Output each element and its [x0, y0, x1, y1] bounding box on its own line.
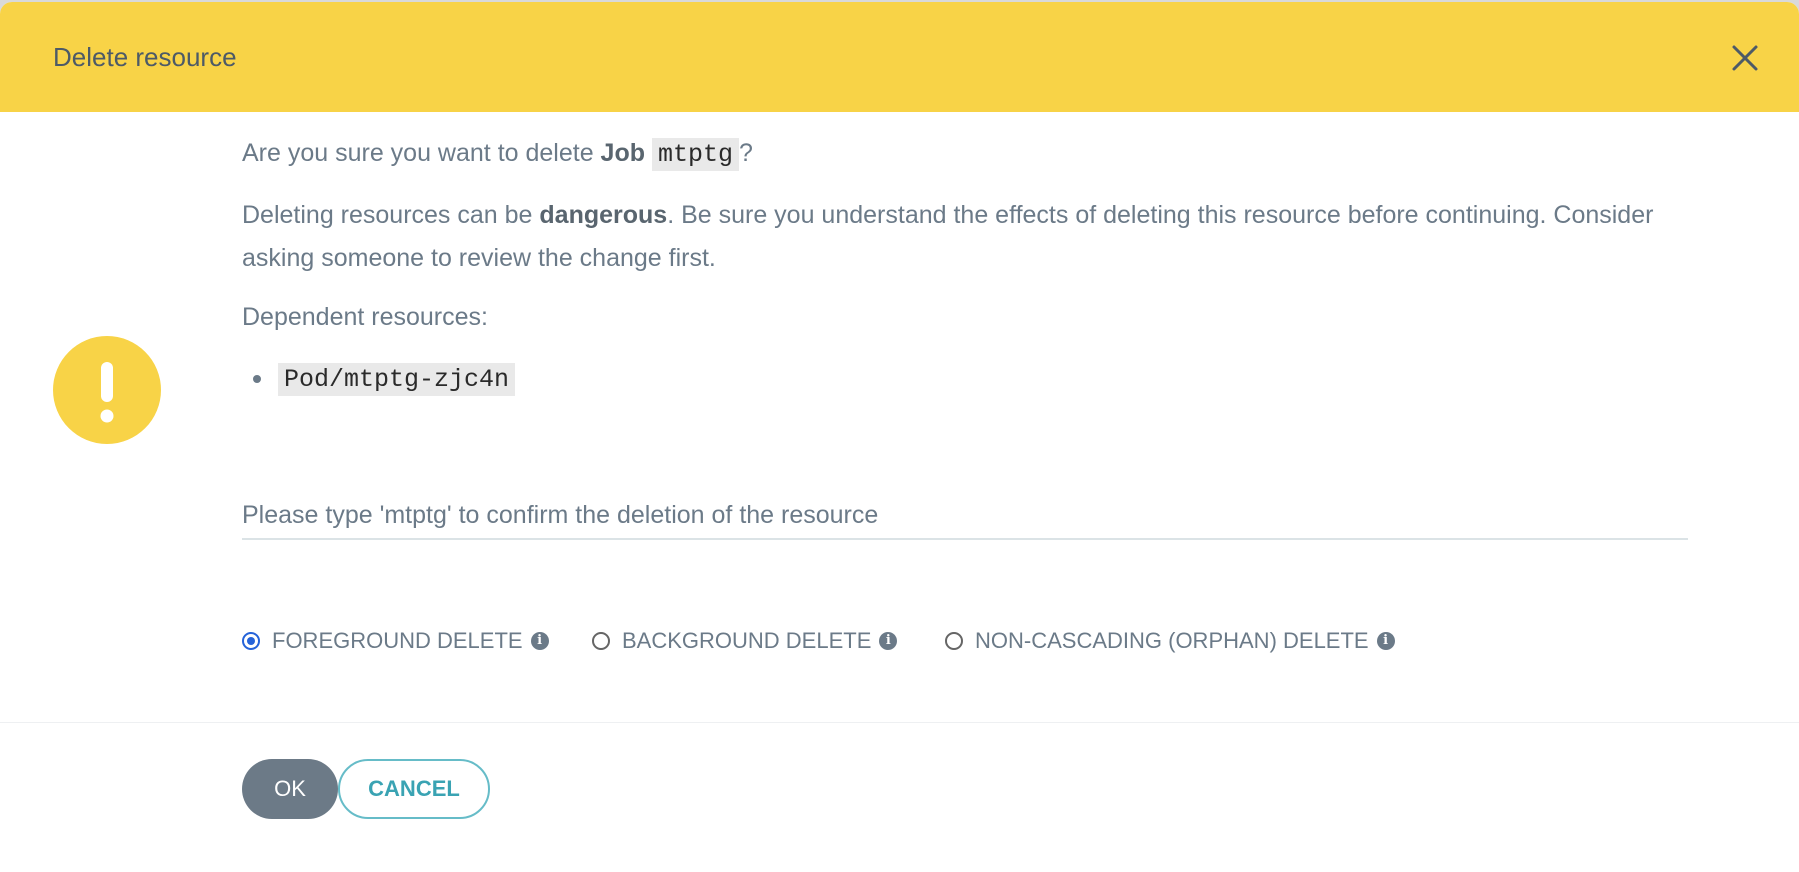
radio-label: BACKGROUND DELETE: [622, 628, 872, 653]
resource-kind: Job: [600, 139, 645, 167]
confirm-name-input[interactable]: [242, 492, 1688, 540]
question-prefix: Are you sure you want to delete: [242, 139, 601, 167]
resource-name: mtptg: [651, 138, 739, 171]
delete-resource-dialog: Delete resource Are you sure you want to…: [0, 2, 1799, 872]
dialog-title: Delete resource: [53, 42, 237, 72]
dependent-resources-list: Pod/mtptg-zjc4n: [242, 360, 516, 398]
radio-button-checked[interactable]: [242, 632, 260, 650]
info-icon[interactable]: i: [530, 632, 549, 650]
info-icon[interactable]: i: [879, 632, 898, 650]
delete-question: Are you sure you want to delete Job mtpt…: [242, 136, 753, 172]
info-icon[interactable]: i: [1376, 632, 1395, 650]
dependent-resource: Pod/mtptg-zjc4n: [278, 363, 516, 396]
radio-button[interactable]: [945, 632, 963, 650]
radio-label: FOREGROUND DELETE: [272, 628, 523, 653]
dependent-resources-label: Dependent resources:: [242, 303, 488, 331]
radio-background-delete[interactable]: BACKGROUND DELETE i: [592, 628, 898, 654]
bullet: [253, 375, 261, 383]
warning-prefix: Deleting resources can be: [242, 201, 540, 229]
cancel-button[interactable]: CANCEL: [338, 759, 490, 819]
radio-foreground-delete[interactable]: FOREGROUND DELETE i: [242, 628, 549, 654]
radio-button[interactable]: [592, 632, 610, 650]
radio-label: NON-CASCADING (ORPHAN) DELETE: [975, 628, 1369, 653]
radio-orphan-delete[interactable]: NON-CASCADING (ORPHAN) DELETE i: [945, 628, 1395, 654]
footer-divider: [0, 722, 1799, 723]
warning-emphasis: dangerous: [539, 201, 668, 229]
danger-warning: Deleting resources can be dangerous. Be …: [242, 194, 1692, 280]
question-suffix: ?: [738, 139, 753, 167]
dialog-header: Delete resource: [0, 2, 1799, 112]
ok-button[interactable]: OK: [242, 759, 338, 819]
close-icon[interactable]: [1729, 42, 1761, 74]
list-item: Pod/mtptg-zjc4n: [242, 360, 516, 398]
exclamation-icon: [53, 336, 161, 444]
